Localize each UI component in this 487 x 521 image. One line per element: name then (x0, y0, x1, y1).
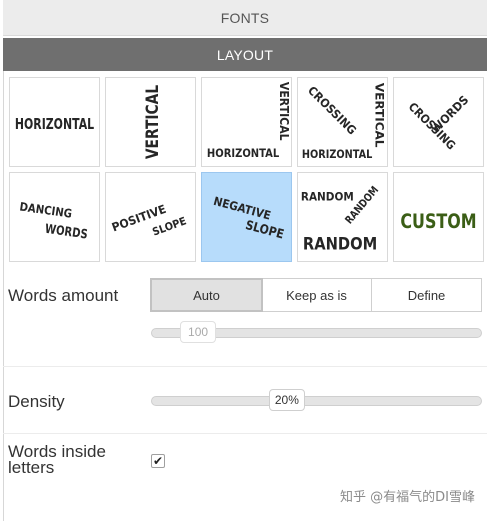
tab-fonts[interactable]: FONTS (3, 0, 487, 36)
tile-word: RANDOM (303, 234, 377, 253)
tile-horizontal-vertical[interactable]: VERTICAL HORIZONTAL (201, 77, 292, 167)
tile-word: VERTICAL (143, 85, 162, 160)
divider (3, 366, 487, 367)
tile-word: SLOPE (244, 217, 286, 242)
tile-crossing-words[interactable]: CROSSING WORDS (393, 77, 484, 167)
tab-layout[interactable]: LAYOUT (3, 38, 487, 71)
tile-random[interactable]: RANDOM RANDOM RANDOM (297, 172, 388, 262)
words-amount-auto-button[interactable]: Auto (150, 278, 263, 312)
tile-word: VERTICAL (277, 82, 291, 141)
watermark: 知乎 @有福气的DI雪峰 (340, 490, 475, 505)
tile-word: HORIZONTAL (302, 147, 373, 161)
words-amount-slider[interactable]: 100 (151, 321, 482, 343)
tile-dancing-words[interactable]: DANCING WORDS (9, 172, 100, 262)
tile-crossing-vertical-horizontal[interactable]: CROSSING VERTICAL HORIZONTAL (297, 77, 388, 167)
tile-word: HORIZONTAL (15, 116, 94, 133)
density-slider-thumb[interactable]: 20% (268, 389, 305, 411)
tile-word: DANCING (19, 199, 73, 220)
words-inside-letters-checkbox[interactable]: ✔ (151, 454, 165, 468)
tile-vertical[interactable]: VERTICAL (105, 77, 196, 167)
density-label: Density (8, 392, 65, 411)
words-amount-define-button[interactable]: Define (372, 279, 481, 311)
tile-word: CUSTOM (400, 210, 476, 233)
checkmark-icon: ✔ (152, 454, 164, 468)
tile-negative-slope[interactable]: NEGATIVE SLOPE (201, 172, 292, 262)
words-amount-slider-thumb[interactable]: 100 (180, 321, 217, 343)
tile-word: WORDS (44, 221, 89, 242)
tile-custom[interactable]: CUSTOM (393, 172, 484, 262)
tile-word: HORIZONTAL (207, 146, 280, 160)
words-amount-keep-button[interactable]: Keep as is (262, 279, 372, 311)
words-inside-letters-label: Words inside letters (8, 442, 106, 477)
words-amount-label: Words amount (8, 286, 119, 305)
tile-word: VERTICAL (372, 83, 386, 148)
tile-word: NEGATIVE (212, 194, 272, 223)
tile-horizontal[interactable]: HORIZONTAL (9, 77, 100, 167)
tile-word: WORDS (428, 93, 471, 136)
density-slider[interactable]: 20% (151, 389, 482, 411)
divider (3, 433, 487, 434)
words-amount-selector: Auto Keep as is Define (150, 278, 482, 312)
tile-positive-slope[interactable]: POSITIVE SLOPE (105, 172, 196, 262)
tile-word: CROSSING (305, 83, 359, 137)
tile-word: RANDOM (301, 189, 354, 203)
